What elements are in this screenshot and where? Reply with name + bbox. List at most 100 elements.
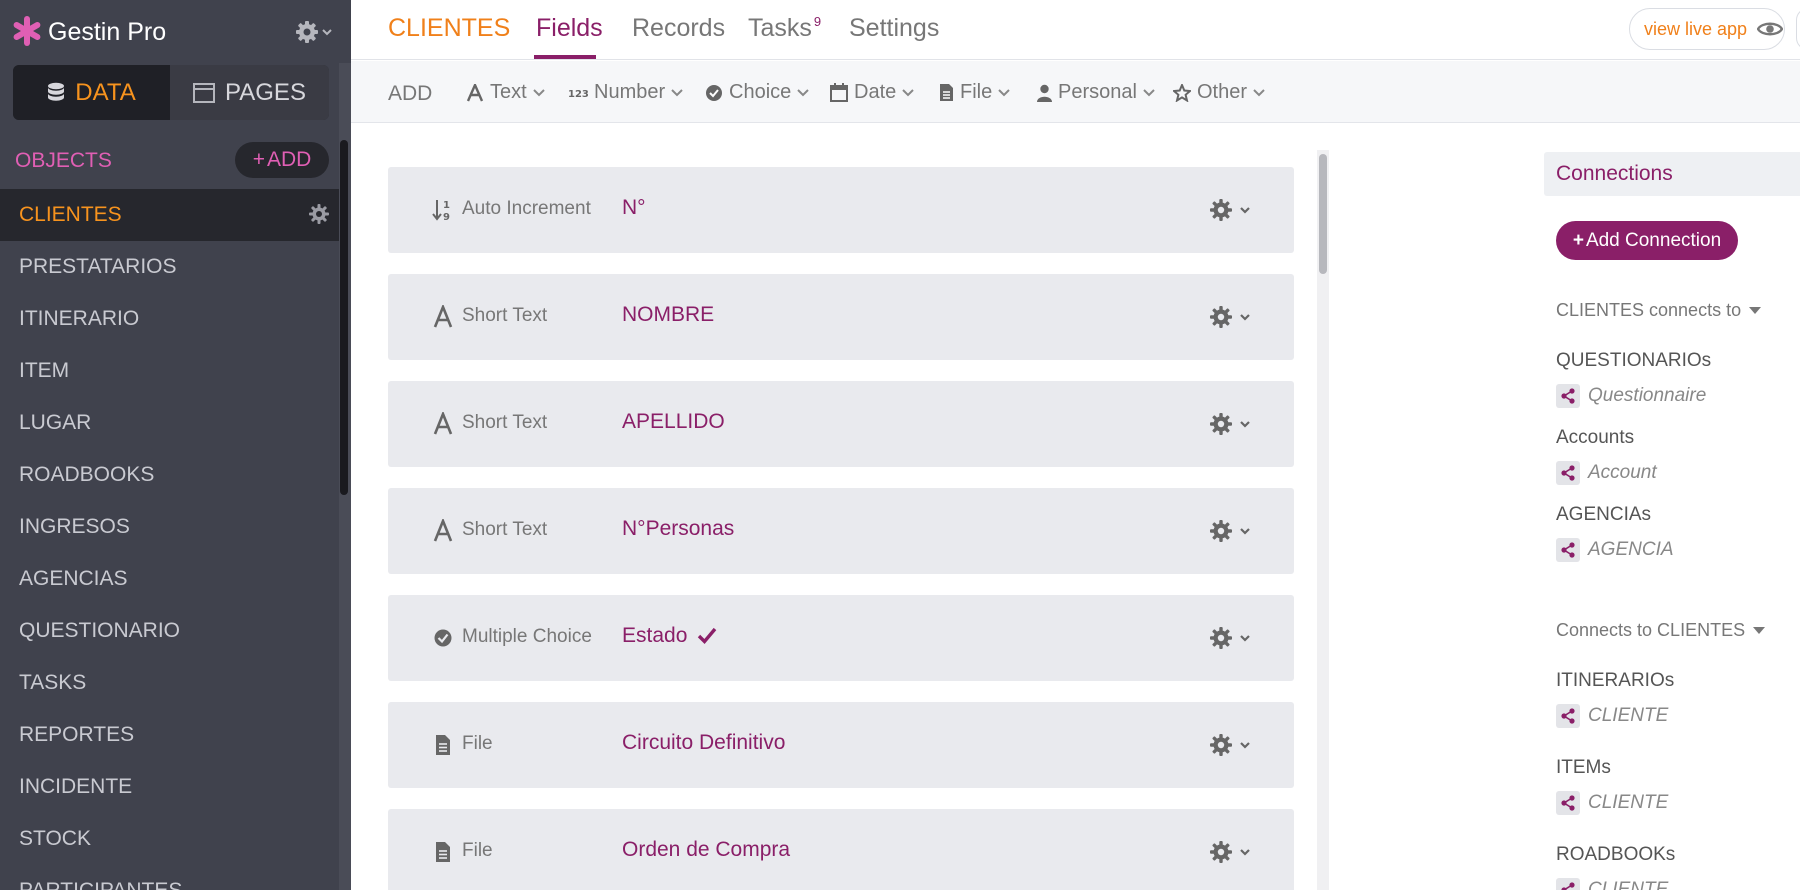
sidebar-scrollbar[interactable]	[340, 140, 348, 495]
object-item-label: ITINERARIO	[19, 307, 140, 330]
add-choice-field-menu[interactable]: Choice	[705, 81, 809, 104]
connection-object-name: ITEMs	[1556, 757, 1611, 778]
object-item-prestatarios[interactable]: PRESTATARIOS	[0, 241, 340, 293]
field-row[interactable]: Short Text N°Personas	[388, 488, 1294, 574]
choice-icon	[706, 84, 722, 101]
text-icon	[433, 412, 453, 435]
personal-type-label: Personal	[1058, 81, 1137, 103]
tab-tasks[interactable]: Tasks 9	[748, 14, 821, 43]
object-item-clientes[interactable]: CLIENTES	[0, 189, 340, 241]
field-row[interactable]: File Circuito Definitivo	[388, 702, 1294, 788]
tab-fields[interactable]: Fields	[536, 14, 603, 43]
object-item-questionario[interactable]: QUESTIONARIO	[0, 605, 340, 657]
field-name[interactable]: N°	[622, 196, 646, 220]
connection-field[interactable]: AGENCIA	[1556, 538, 1674, 562]
view-live-app-button[interactable]: view live app	[1629, 8, 1785, 50]
chevron-down-icon	[1253, 88, 1265, 96]
field-settings-gear-icon[interactable]	[1208, 731, 1258, 759]
add-field-label: ADD	[388, 82, 433, 105]
connection-field-label: Account	[1588, 462, 1657, 483]
chevron-down-icon	[532, 88, 545, 96]
data-pages-toggle: DATA PAGES	[13, 65, 329, 120]
object-item-ingresos[interactable]: INGRESOS	[0, 501, 340, 553]
tab-label: Tasks	[748, 14, 812, 42]
sidebar: Gestin Pro DATA PAGES OBJECTS + ADD CLIE…	[0, 0, 351, 890]
file-type-label: File	[960, 81, 993, 103]
tab-label: Records	[632, 14, 726, 42]
connection-field[interactable]: Questionnaire	[1556, 384, 1706, 408]
field-settings-gear-icon[interactable]	[1208, 517, 1258, 545]
field-name[interactable]: NOMBRE	[622, 303, 714, 327]
svg-text:9: 9	[443, 212, 450, 222]
text-icon	[433, 519, 453, 542]
connection-field-label: CLIENTE	[1588, 705, 1669, 726]
object-item-roadbooks[interactable]: ROADBOOKS	[0, 449, 340, 501]
outgoing-connections-toggle[interactable]: CLIENTES connects to	[1556, 300, 1762, 321]
object-item-label: PRESTATARIOS	[19, 255, 177, 278]
tab-settings[interactable]: Settings	[849, 14, 939, 43]
file-icon	[436, 842, 450, 862]
field-row[interactable]: Short Text NOMBRE	[388, 274, 1294, 360]
object-item-label: QUESTIONARIO	[19, 619, 181, 642]
field-name[interactable]: N°Personas	[622, 517, 734, 541]
object-item-stock[interactable]: STOCK	[0, 813, 340, 865]
pages-tab-button[interactable]: PAGES	[170, 65, 329, 120]
object-item-lugar[interactable]: LUGAR	[0, 397, 340, 449]
object-item-itinerario[interactable]: ITINERARIO	[0, 293, 340, 345]
add-personal-field-menu[interactable]: Personal	[1037, 81, 1155, 104]
connection-field[interactable]: CLIENTE	[1556, 791, 1668, 815]
add-connection-button[interactable]: + Add Connection	[1556, 221, 1738, 260]
pages-tab-label: PAGES	[225, 78, 306, 106]
field-row[interactable]: Multiple Choice Estado	[388, 595, 1294, 681]
app-settings-gear-icon[interactable]	[294, 18, 334, 46]
add-other-field-menu[interactable]: Other	[1173, 81, 1265, 104]
share-icon	[1556, 384, 1580, 408]
active-tab-indicator	[534, 55, 596, 59]
field-name[interactable]: Circuito Definitivo	[622, 731, 785, 755]
field-settings-gear-icon[interactable]	[1208, 196, 1258, 224]
data-tab-button[interactable]: DATA	[13, 65, 170, 120]
object-item-incidente[interactable]: INCIDENTE	[0, 761, 340, 813]
field-name[interactable]: Orden de Compra	[622, 838, 790, 862]
field-name[interactable]: APELLIDO	[622, 410, 725, 434]
object-item-tasks[interactable]: TASKS	[0, 657, 340, 709]
sort-numeric-icon: 19	[432, 200, 450, 222]
connection-field-label: CLIENTE	[1588, 879, 1669, 890]
connection-field-label: Questionnaire	[1588, 385, 1707, 406]
add-object-button[interactable]: + ADD	[235, 142, 329, 178]
plus-icon: +	[1572, 229, 1584, 251]
text-type-label: Text	[490, 81, 527, 103]
top-navigation: CLIENTES Fields Records Tasks 9 Settings …	[351, 0, 1800, 60]
connection-object-name: AGENCIAs	[1556, 504, 1652, 525]
field-settings-gear-icon[interactable]	[1208, 410, 1258, 438]
add-text-field-menu[interactable]: Text	[466, 81, 545, 104]
object-item-agencias[interactable]: AGENCIAS	[0, 553, 340, 605]
field-row[interactable]: Short Text APELLIDO	[388, 381, 1294, 467]
field-name[interactable]: Estado	[622, 624, 717, 648]
calendar-icon	[830, 83, 848, 102]
object-item-reportes[interactable]: REPORTES	[0, 709, 340, 761]
add-file-field-menu[interactable]: File	[939, 81, 1010, 104]
object-settings-gear-icon[interactable]	[308, 203, 330, 225]
field-settings-gear-icon[interactable]	[1208, 624, 1258, 652]
field-settings-gear-icon[interactable]	[1208, 303, 1258, 331]
field-row[interactable]: File Orden de Compra	[388, 809, 1294, 890]
connection-field[interactable]: CLIENTE	[1556, 704, 1668, 728]
incoming-connections-toggle[interactable]: Connects to CLIENTES	[1556, 620, 1766, 641]
chevron-down-icon	[797, 88, 809, 96]
field-type: File	[462, 733, 493, 754]
add-date-field-menu[interactable]: Date	[830, 81, 914, 104]
share-icon	[1556, 704, 1580, 728]
account-menu-button[interactable]	[1796, 8, 1800, 50]
field-row[interactable]: 19 Auto Increment N°	[388, 167, 1294, 253]
add-number-field-menu[interactable]: 123 Number	[568, 81, 683, 104]
connection-field[interactable]: Account	[1556, 461, 1657, 485]
fields-scrollbar[interactable]	[1319, 154, 1327, 274]
object-item-item[interactable]: ITEM	[0, 345, 340, 397]
object-item-participantes[interactable]: PARTICIPANTES	[0, 865, 340, 890]
connection-field[interactable]: CLIENTE	[1556, 878, 1668, 890]
tab-records[interactable]: Records	[632, 14, 725, 43]
connection-object-name: ITINERARIOs	[1556, 670, 1675, 691]
field-settings-gear-icon[interactable]	[1208, 838, 1258, 866]
object-item-label: AGENCIAS	[19, 567, 128, 590]
